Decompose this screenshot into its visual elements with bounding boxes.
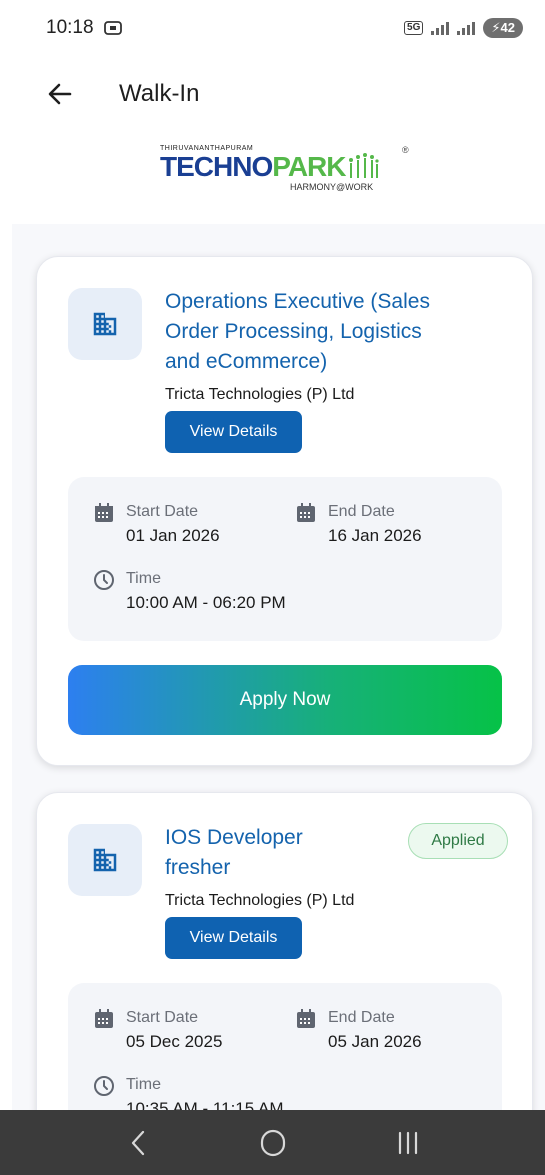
people-graphic-icon <box>348 153 379 178</box>
company-name: Tricta Technologies (P) Ltd <box>165 892 355 909</box>
end-date-label: End Date <box>328 1009 395 1026</box>
view-details-button[interactable]: View Details <box>165 411 302 453</box>
logo-main-part2: PARK <box>272 151 346 182</box>
view-details-button[interactable]: View Details <box>165 917 302 959</box>
job-card: IOS Developer fresher Applied Tricta Tec… <box>36 792 533 1110</box>
clock-icon <box>94 570 114 590</box>
job-title-line: fresher <box>165 856 231 879</box>
time-label: Time <box>126 570 161 587</box>
clock-icon <box>94 1076 114 1096</box>
calendar-icon <box>95 1009 113 1028</box>
time-info: Time 10:35 AM - 11:15 AM <box>92 1074 284 1110</box>
battery-indicator: ⚡42 <box>483 18 523 38</box>
end-date-info: End Date 16 Jan 2026 <box>294 501 422 549</box>
job-title: Operations Executive (Sales Order Proces… <box>165 287 430 377</box>
end-date-value: 16 Jan 2026 <box>328 526 422 545</box>
end-date-label: End Date <box>328 503 395 520</box>
job-card: Operations Executive (Sales Order Proces… <box>36 256 533 766</box>
technopark-logo: THIRUVANANTHAPURAM TECHNO PARK ® HARMONY… <box>160 145 420 205</box>
calendar-icon <box>95 503 113 522</box>
job-title-line: Operations Executive (Sales <box>165 290 430 313</box>
company-name: Tricta Technologies (P) Ltd <box>165 386 355 403</box>
battery-level: 42 <box>500 20 515 35</box>
status-time: 10:18 <box>46 17 94 38</box>
page-title: Walk-In <box>119 80 200 107</box>
signal-icon <box>431 21 450 35</box>
time-value: 10:00 AM - 06:20 PM <box>126 593 286 612</box>
calendar-icon <box>297 1009 315 1028</box>
nav-recents-button[interactable] <box>378 1118 438 1168</box>
schedule-box: Start Date 01 Jan 2026 End Date 16 Jan 2… <box>68 477 502 641</box>
back-button[interactable] <box>44 78 76 110</box>
logo-registered-mark: ® <box>402 145 409 155</box>
nav-home-button[interactable] <box>243 1118 303 1168</box>
start-date-label: Start Date <box>126 503 199 520</box>
walkin-job-list[interactable]: Operations Executive (Sales Order Proces… <box>12 224 545 1110</box>
network-type-indicator: 5G <box>404 21 424 35</box>
time-info: Time 10:00 AM - 06:20 PM <box>92 568 286 616</box>
company-avatar <box>68 288 142 360</box>
arrow-left-icon <box>48 83 72 105</box>
home-circle-icon <box>260 1129 285 1156</box>
logo-main-part1: TECHNO <box>160 151 273 182</box>
schedule-box: Start Date 05 Dec 2025 End Date 05 Jan 2… <box>68 983 502 1110</box>
calendar-icon <box>297 503 315 522</box>
job-title-line: IOS Developer <box>165 826 303 849</box>
job-title-line: and eCommerce) <box>165 350 328 373</box>
start-date-label: Start Date <box>126 1009 199 1026</box>
start-date-value: 05 Dec 2025 <box>126 1032 223 1051</box>
start-date-info: Start Date 05 Dec 2025 <box>92 1007 222 1055</box>
time-label: Time <box>126 1076 161 1093</box>
apply-now-button[interactable]: Apply Now <box>68 665 502 735</box>
recents-icon <box>398 1131 417 1154</box>
signal-icon-secondary <box>457 21 476 35</box>
screenshot-icon <box>103 21 122 35</box>
applied-badge: Applied <box>408 823 508 859</box>
system-navigation-bar <box>0 1110 545 1175</box>
end-date-value: 05 Jan 2026 <box>328 1032 422 1051</box>
building-icon <box>93 312 117 336</box>
job-title: IOS Developer fresher <box>165 823 303 883</box>
end-date-info: End Date 05 Jan 2026 <box>294 1007 422 1055</box>
time-value: 10:35 AM - 11:15 AM <box>126 1099 284 1110</box>
building-icon <box>93 848 117 872</box>
chevron-left-icon <box>131 1130 144 1155</box>
job-title-line: Order Processing, Logistics <box>165 320 422 343</box>
logo-tagline: HARMONY@WORK <box>290 182 374 192</box>
start-date-value: 01 Jan 2026 <box>126 526 220 545</box>
status-bar: 10:18 5G ⚡42 <box>0 0 545 56</box>
nav-back-button[interactable] <box>108 1118 168 1168</box>
app-bar: Walk-In <box>0 72 545 118</box>
start-date-info: Start Date 01 Jan 2026 <box>92 501 220 549</box>
company-avatar <box>68 824 142 896</box>
